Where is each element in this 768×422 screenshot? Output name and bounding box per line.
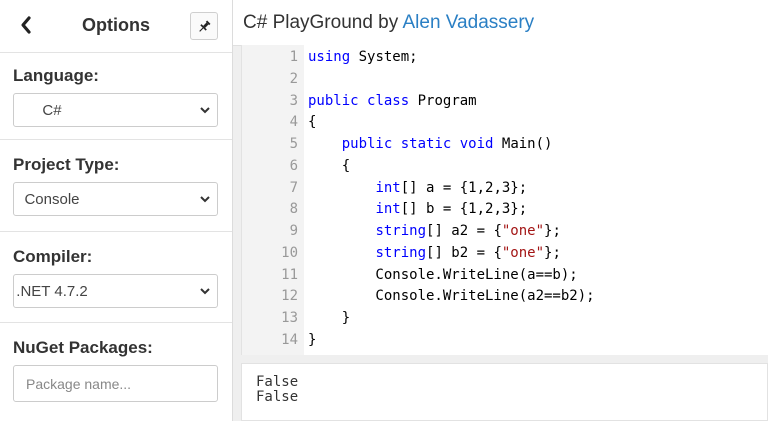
code-text: public class Program [308,92,477,109]
title-prefix: C# PlayGround by [243,12,403,33]
code-text: string[] a2 = {"one"}; [375,223,561,239]
chevron-down-icon [200,288,210,295]
project-type-label: Project Type: [13,155,120,174]
code-line: 5 public static void Main() [242,133,762,155]
code-line: 3 public class Program [242,90,762,112]
line-number: 1 [289,49,298,65]
language-section: Language: C# [0,53,232,140]
code-line: 6 { [242,155,762,177]
code-text: { [308,157,351,174]
language-select[interactable]: C# [13,93,218,127]
code-editor[interactable]: 1 using System; 2 3 public class Program 4{5 … [241,45,768,355]
code-line: 11 Console.WriteLine(a==b); [242,264,762,286]
language-label: Language: [13,66,99,85]
line-number: 4 [289,114,298,131]
code-text: int[] a = {1,2,3}; [375,179,528,196]
project-type-select[interactable]: Console [13,182,218,216]
line-number: 10 [281,244,298,261]
code-line: 8 int[] b = {1,2,3}; [242,198,762,220]
code-line: 2 [242,68,762,90]
line-number: 9 [289,223,298,239]
line-number: 5 [289,136,298,152]
pin-icon [199,20,211,32]
code-text: string[] b2 = {"one"}; [375,244,561,261]
code-text: } [308,331,317,348]
chevron-down-icon [200,107,210,114]
compiler-selected-value: .NET 4.7.2 [16,283,88,300]
line-number: 13 [281,310,298,326]
code-line: 9 string[] a2 = {"one"}; [242,220,762,242]
line-number: 2 [289,70,298,87]
project-type-section: Project Type: Console [0,140,232,232]
line-number: 11 [281,266,298,283]
code-line: 12 Console.WriteLine(a2==b2); [242,285,762,307]
line-number: 12 [281,288,298,305]
main-panel: C# PlayGround by Alen Vadassery 1 using S… [233,0,768,421]
output-console: False False [241,363,768,421]
code-line: 1 using System; [242,46,762,68]
code-text: Console.WriteLine(a2==b2); [308,288,595,305]
code-text: public static void Main() [341,136,553,152]
project-type-selected-value: Console [24,191,80,208]
nuget-section: NuGet Packages: [0,323,232,422]
language-selected-value: C# [42,102,62,119]
compiler-label: Compiler: [13,247,93,266]
output-line: False [256,374,299,390]
options-sidebar: Options Language: C# Project Type: Conso… [0,0,233,421]
code-line: 14} [242,329,762,351]
title-bar: C# PlayGround by Alen Vadassery [233,0,768,46]
line-number: 8 [289,201,298,218]
code-text: } [308,310,351,326]
code-line: 4{ [242,111,762,133]
pin-button[interactable] [190,12,218,40]
nuget-label: NuGet Packages: [13,338,153,357]
line-number: 14 [281,331,298,348]
line-number: 7 [289,179,298,196]
compiler-section: Compiler: .NET 4.7.2 [0,232,232,323]
output-line: False [256,389,299,405]
nuget-package-input[interactable] [13,365,218,402]
compiler-select[interactable]: .NET 4.7.2 [13,274,218,308]
author-link[interactable]: Alen Vadassery [402,12,534,33]
sidebar-header: Options [0,0,232,53]
line-number: 3 [289,92,298,109]
page-title: C# PlayGround by Alen Vadassery [243,12,534,34]
code-line: 13 } [242,307,762,329]
code-line: 10 string[] b2 = {"one"}; [242,242,762,264]
chevron-down-icon [200,196,210,203]
code-text: int[] b = {1,2,3}; [375,201,528,218]
code-line: 7 int[] a = {1,2,3}; [242,177,762,199]
code-text: { [308,114,317,131]
code-text: Console.WriteLine(a==b); [308,266,578,283]
code-text: using System; [308,49,418,65]
line-number: 6 [289,157,298,174]
